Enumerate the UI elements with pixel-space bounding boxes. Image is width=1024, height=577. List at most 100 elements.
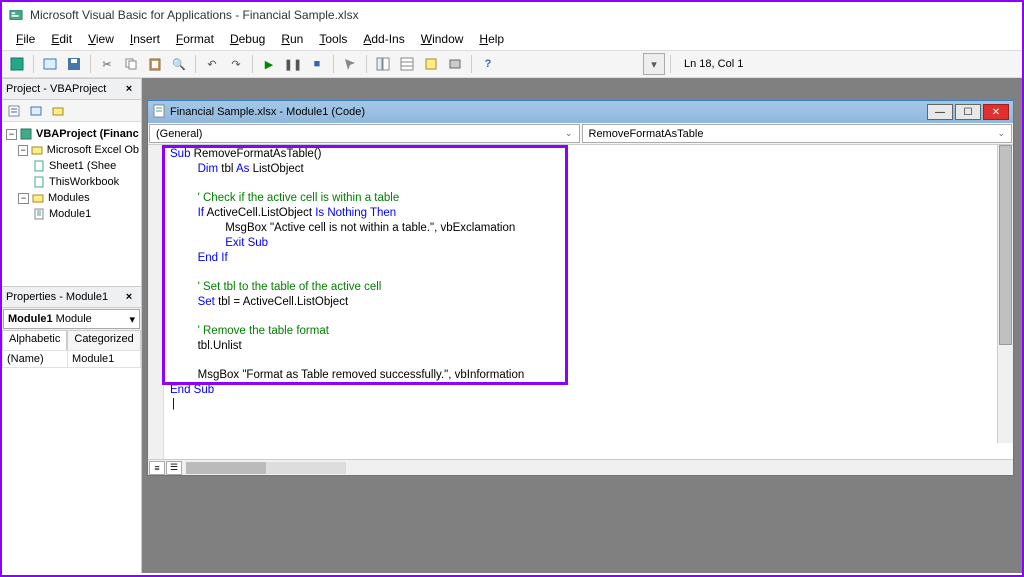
menu-view[interactable]: View [80, 30, 122, 48]
main-menu-bar: File Edit View Insert Format Debug Run T… [2, 28, 1022, 50]
menu-help[interactable]: Help [471, 30, 512, 48]
insert-userform-icon[interactable] [39, 53, 61, 75]
separator [33, 55, 34, 73]
tree-item-label: Sheet1 (Shee [49, 160, 116, 172]
properties-object-dropdown[interactable]: Module1 Module ▾ [3, 309, 140, 329]
save-icon[interactable] [63, 53, 85, 75]
project-panel-toolbar [2, 100, 141, 122]
vba-app-icon [8, 7, 24, 23]
property-name: (Name) [3, 351, 68, 368]
tree-root-label: VBAProject (Financ [36, 128, 139, 140]
properties-icon[interactable] [396, 53, 418, 75]
project-explorer-icon[interactable] [372, 53, 394, 75]
toolbox-icon[interactable] [444, 53, 466, 75]
code-window: Financial Sample.xlsx - Module1 (Code) —… [147, 100, 1014, 476]
view-object-icon[interactable] [26, 101, 46, 121]
run-icon[interactable]: ▶ [258, 53, 280, 75]
scrollbar-thumb[interactable] [186, 462, 266, 474]
code-margin[interactable] [148, 145, 164, 459]
code-editor[interactable]: Sub RemoveFormatAsTable() Dim tbl As Lis… [164, 145, 1013, 459]
object-dropdown[interactable]: (General) ⌄ [149, 124, 580, 143]
tree-root[interactable]: − VBAProject (Financ [4, 126, 139, 142]
app-title-bar: Microsoft Visual Basic for Applications … [2, 2, 1022, 28]
cut-icon[interactable]: ✂ [96, 53, 118, 75]
vertical-scrollbar[interactable] [997, 145, 1013, 443]
find-icon[interactable]: 🔍 [168, 53, 190, 75]
toggle-folders-icon[interactable] [48, 101, 68, 121]
separator [90, 55, 91, 73]
full-module-view-button[interactable]: ☰ [166, 461, 182, 475]
design-mode-icon[interactable] [339, 53, 361, 75]
horizontal-scrollbar[interactable] [186, 462, 346, 474]
tree-folder-excel-objects[interactable]: − Microsoft Excel Ob [4, 142, 139, 158]
tree-item-sheet1[interactable]: Sheet1 (Shee [4, 158, 139, 174]
vbaproject-icon [19, 127, 33, 141]
tab-categorized[interactable]: Categorized [67, 330, 140, 350]
dropdown-icon[interactable]: ▾ [643, 53, 665, 75]
copy-icon[interactable] [120, 53, 142, 75]
tab-alphabetic[interactable]: Alphabetic [2, 330, 67, 350]
collapse-icon[interactable]: − [18, 193, 29, 204]
procedure-view-button[interactable]: ≡ [149, 461, 165, 475]
code-window-titlebar[interactable]: Financial Sample.xlsx - Module1 (Code) —… [148, 101, 1013, 123]
menu-edit[interactable]: Edit [43, 30, 80, 48]
menu-insert[interactable]: Insert [122, 30, 168, 48]
main-toolbar: ✂ 🔍 ↶ ↷ ▶ ❚❚ ■ ? ▾ Ln 18, Col 1 [2, 50, 1022, 78]
chevron-down-icon: ⌄ [565, 128, 573, 139]
collapse-icon[interactable]: − [18, 145, 28, 156]
view-code-icon[interactable] [4, 101, 24, 121]
workbook-icon [32, 175, 46, 189]
code-window-title: Financial Sample.xlsx - Module1 (Code) [170, 106, 365, 118]
procedure-dropdown[interactable]: RemoveFormatAsTable ⌄ [582, 124, 1013, 143]
reset-icon[interactable]: ■ [306, 53, 328, 75]
app-title: Microsoft Visual Basic for Applications … [30, 8, 359, 22]
collapse-icon[interactable]: − [6, 129, 17, 140]
close-icon[interactable]: × [121, 289, 137, 305]
menu-file[interactable]: File [8, 30, 43, 48]
sheet-icon [32, 159, 46, 173]
object-browser-icon[interactable] [420, 53, 442, 75]
separator [252, 55, 253, 73]
undo-icon[interactable]: ↶ [201, 53, 223, 75]
menu-window[interactable]: Window [413, 30, 472, 48]
menu-run[interactable]: Run [273, 30, 311, 48]
menu-tools[interactable]: Tools [311, 30, 355, 48]
cursor-position: Ln 18, Col 1 [684, 58, 743, 70]
separator [333, 55, 334, 73]
menu-debug[interactable]: Debug [222, 30, 273, 48]
procedure-dropdown-value: RemoveFormatAsTable [589, 128, 704, 140]
module-icon [152, 104, 166, 121]
properties-panel-header: Properties - Module1 × [2, 286, 141, 308]
project-panel-header: Project - VBAProject × [2, 78, 141, 100]
code-navigation-bar: (General) ⌄ RemoveFormatAsTable ⌄ [148, 123, 1013, 145]
view-excel-icon[interactable] [6, 53, 28, 75]
close-icon[interactable]: × [121, 81, 137, 97]
redo-icon[interactable]: ↷ [225, 53, 247, 75]
paste-icon[interactable] [144, 53, 166, 75]
scrollbar-thumb[interactable] [999, 145, 1012, 345]
menu-addins[interactable]: Add-Ins [355, 30, 412, 48]
tree-item-module1[interactable]: Module1 [4, 206, 139, 222]
tree-folder-label: Modules [48, 192, 90, 204]
properties-panel-title: Properties - Module1 [6, 291, 108, 303]
chevron-down-icon: ⌄ [997, 128, 1005, 139]
menu-format[interactable]: Format [168, 30, 222, 48]
separator [195, 55, 196, 73]
project-panel-title: Project - VBAProject [6, 83, 106, 95]
close-button[interactable]: ✕ [983, 104, 1009, 120]
tree-folder-modules[interactable]: − Modules [4, 190, 139, 206]
properties-dropdown-value: Module1 Module [8, 313, 92, 325]
tree-item-label: ThisWorkbook [49, 176, 119, 188]
module-icon [32, 207, 46, 221]
minimize-button[interactable]: — [927, 104, 953, 120]
help-icon[interactable]: ? [477, 53, 499, 75]
separator [366, 55, 367, 73]
separator [471, 55, 472, 73]
maximize-button[interactable]: ☐ [955, 104, 981, 120]
project-tree[interactable]: − VBAProject (Financ − Microsoft Excel O… [2, 122, 141, 286]
properties-grid[interactable]: (Name) Module1 [2, 350, 141, 573]
property-value[interactable]: Module1 [68, 351, 141, 368]
chevron-down-icon: ▾ [129, 313, 135, 326]
break-icon[interactable]: ❚❚ [282, 53, 304, 75]
tree-item-thisworkbook[interactable]: ThisWorkbook [4, 174, 139, 190]
